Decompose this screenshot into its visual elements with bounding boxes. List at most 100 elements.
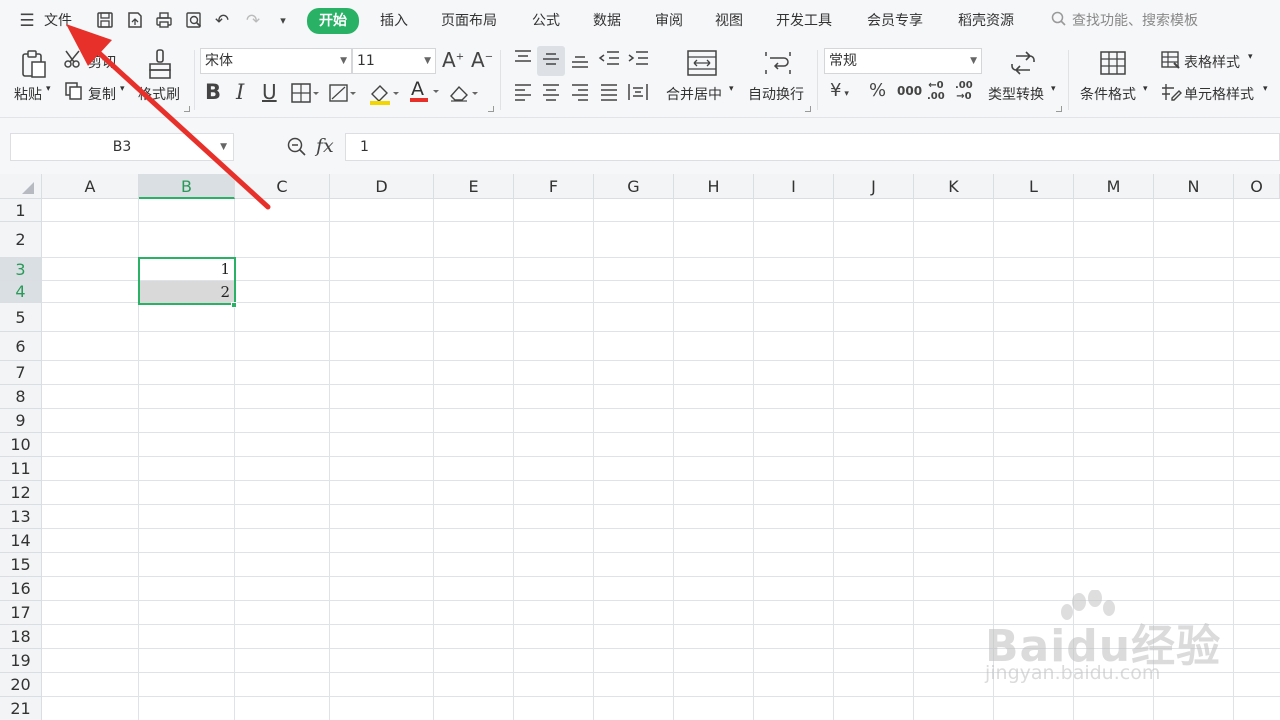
paste-icon[interactable] [18, 48, 50, 84]
table-style-dropdown-icon[interactable]: ▾ [1248, 52, 1253, 62]
increase-indent-icon[interactable] [626, 48, 650, 74]
column-header-f[interactable]: F [514, 174, 594, 199]
conditional-format-icon[interactable] [1098, 48, 1128, 82]
column-header-a[interactable]: A [42, 174, 139, 199]
column-header-i[interactable]: I [754, 174, 834, 199]
zoom-formula-icon[interactable] [286, 136, 308, 162]
format-painter-icon[interactable] [146, 48, 174, 84]
row-header-17[interactable]: 17 [0, 601, 42, 625]
fill-color-icon[interactable] [368, 82, 400, 110]
paste-button[interactable]: 粘贴 [14, 84, 42, 104]
column-header-k[interactable]: K [914, 174, 994, 199]
decrease-decimal-icon[interactable]: .00 →0 [955, 80, 973, 102]
format-painter-button[interactable]: 格式刷 [138, 84, 180, 104]
row-header-9[interactable]: 9 [0, 409, 42, 433]
type-convert-icon[interactable] [1008, 48, 1038, 82]
justify-icon[interactable] [598, 82, 620, 106]
merge-dropdown-icon[interactable]: ▾ [729, 84, 734, 94]
fill-handle[interactable] [231, 302, 237, 308]
row-header-5[interactable]: 5 [0, 303, 42, 332]
row-header-21[interactable]: 21 [0, 697, 42, 720]
cell-style-dropdown-icon[interactable]: ▾ [1263, 84, 1268, 94]
tab-insert[interactable]: 插入 [380, 10, 408, 32]
align-left-icon[interactable] [512, 82, 534, 106]
formula-input[interactable]: 1 [345, 133, 1280, 161]
column-header-h[interactable]: H [674, 174, 754, 199]
column-header-o[interactable]: O [1234, 174, 1280, 199]
tab-data[interactable]: 数据 [593, 10, 621, 32]
tab-home[interactable]: 开始 [307, 8, 359, 34]
row-header-11[interactable]: 11 [0, 457, 42, 481]
font-color-icon[interactable]: A [409, 78, 441, 108]
table-style-button[interactable]: 表格样式 [1184, 52, 1240, 72]
row-header-20[interactable]: 20 [0, 673, 42, 697]
row-header-12[interactable]: 12 [0, 481, 42, 505]
fill-pattern-icon[interactable] [328, 82, 358, 108]
column-header-l[interactable]: L [994, 174, 1074, 199]
column-header-j[interactable]: J [834, 174, 914, 199]
currency-format-icon[interactable]: ¥ ▾ [830, 80, 849, 101]
thousands-separator-icon[interactable]: 000 [897, 80, 922, 102]
merge-center-icon[interactable] [686, 48, 718, 82]
row-header-13[interactable]: 13 [0, 505, 42, 529]
row-header-1[interactable]: 1 [0, 199, 42, 222]
font-size-select[interactable]: 11 ▼ [352, 48, 436, 74]
column-header-c[interactable]: C [235, 174, 330, 199]
tab-docer[interactable]: 稻壳资源 [958, 10, 1014, 32]
cut-icon[interactable] [63, 48, 85, 74]
row-header-15[interactable]: 15 [0, 553, 42, 577]
hamburger-menu-icon[interactable]: ☰ [16, 10, 38, 32]
row-header-19[interactable]: 19 [0, 649, 42, 673]
column-header-n[interactable]: N [1154, 174, 1234, 199]
copy-button[interactable]: 复制 [88, 84, 116, 104]
quick-access-dropdown-icon[interactable]: ▾ [272, 10, 294, 32]
row-header-2[interactable]: 2 [0, 222, 42, 258]
conditional-format-button[interactable]: 条件格式 [1080, 84, 1136, 104]
wrap-text-icon[interactable] [762, 48, 794, 82]
align-center-icon[interactable] [540, 82, 562, 106]
row-header-7[interactable]: 7 [0, 361, 42, 385]
decrease-font-icon[interactable]: A− [471, 48, 493, 72]
increase-decimal-icon[interactable]: ←0.00 [927, 80, 945, 102]
tab-review[interactable]: 审阅 [655, 10, 683, 32]
column-header-d[interactable]: D [330, 174, 434, 199]
wrap-text-button[interactable]: 自动换行 [748, 84, 804, 104]
distributed-align-icon[interactable] [626, 82, 650, 106]
cell-style-icon[interactable] [1160, 82, 1182, 106]
row-header-8[interactable]: 8 [0, 385, 42, 409]
tab-formulas[interactable]: 公式 [532, 10, 560, 32]
table-style-icon[interactable] [1160, 50, 1182, 74]
paste-dropdown-icon[interactable]: ▾ [46, 84, 51, 94]
bold-icon[interactable]: B [205, 80, 221, 104]
tab-view[interactable]: 视图 [715, 10, 743, 32]
export-icon[interactable] [124, 10, 146, 32]
clear-format-icon[interactable] [448, 82, 480, 108]
increase-font-icon[interactable]: A+ [442, 48, 464, 72]
row-header-10[interactable]: 10 [0, 433, 42, 457]
clipboard-group-launcher[interactable] [184, 106, 190, 112]
row-header-4[interactable]: 4 [0, 281, 42, 303]
insert-function-icon[interactable]: fx [316, 135, 334, 157]
tab-member[interactable]: 会员专享 [867, 10, 923, 32]
tab-page-layout[interactable]: 页面布局 [441, 10, 497, 32]
align-right-icon[interactable] [569, 82, 591, 106]
percent-format-icon[interactable]: % [869, 80, 886, 101]
column-header-e[interactable]: E [434, 174, 514, 199]
search-input[interactable]: 查找功能、搜索模板 [1072, 10, 1198, 32]
save-icon[interactable] [94, 10, 116, 32]
tab-developer[interactable]: 开发工具 [776, 10, 832, 32]
file-menu[interactable]: 文件 [44, 10, 72, 32]
type-convert-dropdown-icon[interactable]: ▾ [1051, 84, 1056, 94]
column-header-m[interactable]: M [1074, 174, 1154, 199]
cell-style-button[interactable]: 单元格样式 [1184, 84, 1254, 104]
align-middle-icon[interactable] [537, 46, 565, 76]
font-name-select[interactable]: 宋体 ▼ [200, 48, 352, 74]
print-icon[interactable] [153, 10, 175, 32]
cut-button[interactable]: 剪切 [88, 52, 116, 72]
underline-icon[interactable]: U [262, 80, 277, 104]
italic-icon[interactable]: I [236, 80, 244, 104]
merge-center-button[interactable]: 合并居中 [666, 84, 722, 104]
decrease-indent-icon[interactable] [597, 48, 621, 74]
row-header-6[interactable]: 6 [0, 332, 42, 361]
conditional-format-dropdown-icon[interactable]: ▾ [1143, 84, 1148, 94]
